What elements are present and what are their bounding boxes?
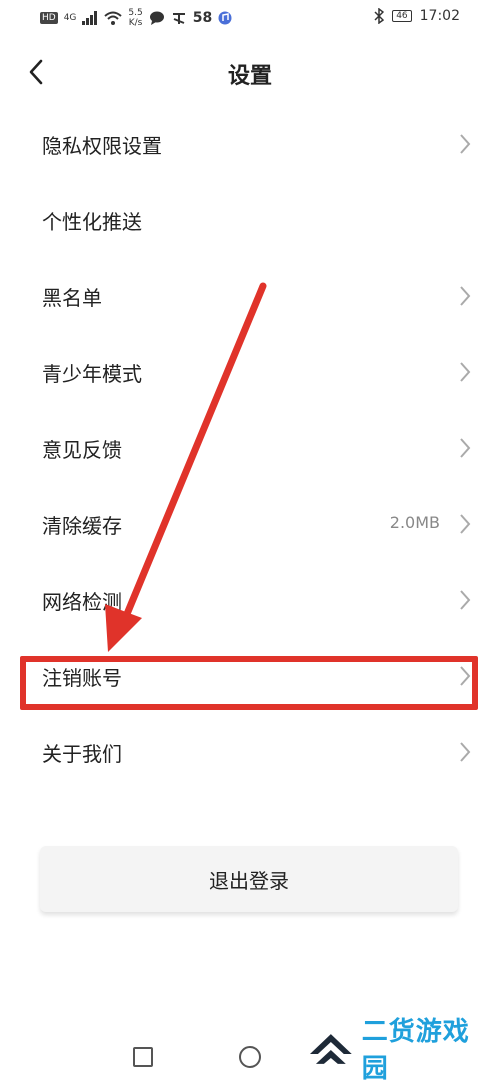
hd-badge: HD bbox=[40, 12, 58, 24]
bluetooth-icon bbox=[374, 8, 385, 24]
recent-apps-icon[interactable] bbox=[133, 1047, 153, 1067]
speed-value: 5.5 bbox=[128, 8, 143, 18]
settings-item-label: 清除缓存 bbox=[42, 514, 122, 538]
watermark-logo-icon bbox=[309, 1034, 352, 1064]
status-bar: HD 4G 5.5 K/s 58 46 17:02 bbox=[0, 0, 500, 36]
annotation-highlight-box bbox=[20, 656, 478, 710]
wifi-icon bbox=[104, 11, 123, 25]
settings-item-label: 意见反馈 bbox=[42, 438, 122, 462]
chevron-right-icon bbox=[460, 134, 471, 154]
app-notification-icon bbox=[172, 13, 185, 24]
battery-indicator: 46 bbox=[392, 10, 412, 22]
chevron-right-icon bbox=[460, 286, 471, 306]
chevron-right-icon bbox=[460, 438, 471, 458]
settings-item-clear-cache[interactable]: 清除缓存 2.0MB bbox=[0, 486, 500, 562]
chevron-right-icon bbox=[460, 362, 471, 382]
settings-item-about-us[interactable]: 关于我们 bbox=[0, 714, 500, 790]
watermark: 二货游戏园 bbox=[306, 1016, 496, 1084]
network-type: 4G bbox=[63, 13, 77, 23]
settings-item-teen-mode[interactable]: 青少年模式 bbox=[0, 334, 500, 410]
settings-item-label: 青少年模式 bbox=[42, 362, 142, 386]
speed-unit: K/s bbox=[128, 18, 143, 28]
settings-item-label: 网络检测 bbox=[42, 590, 122, 614]
settings-item-label: 个性化推送 bbox=[42, 210, 142, 234]
settings-item-feedback[interactable]: 意见反馈 bbox=[0, 410, 500, 486]
settings-item-label: 隐私权限设置 bbox=[42, 134, 162, 158]
chevron-right-icon bbox=[460, 514, 471, 534]
settings-item-label: 黑名单 bbox=[42, 286, 102, 310]
home-icon[interactable] bbox=[239, 1046, 261, 1068]
chevron-right-icon bbox=[460, 590, 471, 610]
page-title: 设置 bbox=[227, 64, 272, 89]
signal-icon bbox=[82, 11, 98, 25]
chevron-right-icon bbox=[460, 742, 471, 762]
cache-size-value: 2.0MB bbox=[389, 513, 440, 532]
logout-button[interactable]: 退出登录 bbox=[40, 846, 458, 912]
status-left: HD 4G 5.5 K/s 58 bbox=[40, 8, 232, 28]
settings-item-privacy[interactable]: 隐私权限设置 bbox=[0, 106, 500, 182]
notification-count: 58 bbox=[192, 10, 213, 26]
status-right: 46 17:02 bbox=[374, 8, 460, 24]
settings-item-network-check[interactable]: 网络检测 bbox=[0, 562, 500, 638]
status-time: 17:02 bbox=[419, 8, 460, 24]
settings-item-label: 关于我们 bbox=[42, 742, 122, 766]
watermark-text: 二货游戏园 bbox=[361, 1017, 470, 1084]
logout-area: 退出登录 bbox=[0, 790, 500, 1030]
net-speed: 5.5 K/s bbox=[128, 8, 142, 28]
music-app-icon bbox=[218, 11, 232, 25]
settings-item-blacklist[interactable]: 黑名单 bbox=[0, 258, 500, 334]
message-icon bbox=[149, 11, 164, 25]
settings-item-personalized-push[interactable]: 个性化推送 bbox=[0, 182, 500, 258]
app-bar: 设置 bbox=[0, 36, 500, 106]
